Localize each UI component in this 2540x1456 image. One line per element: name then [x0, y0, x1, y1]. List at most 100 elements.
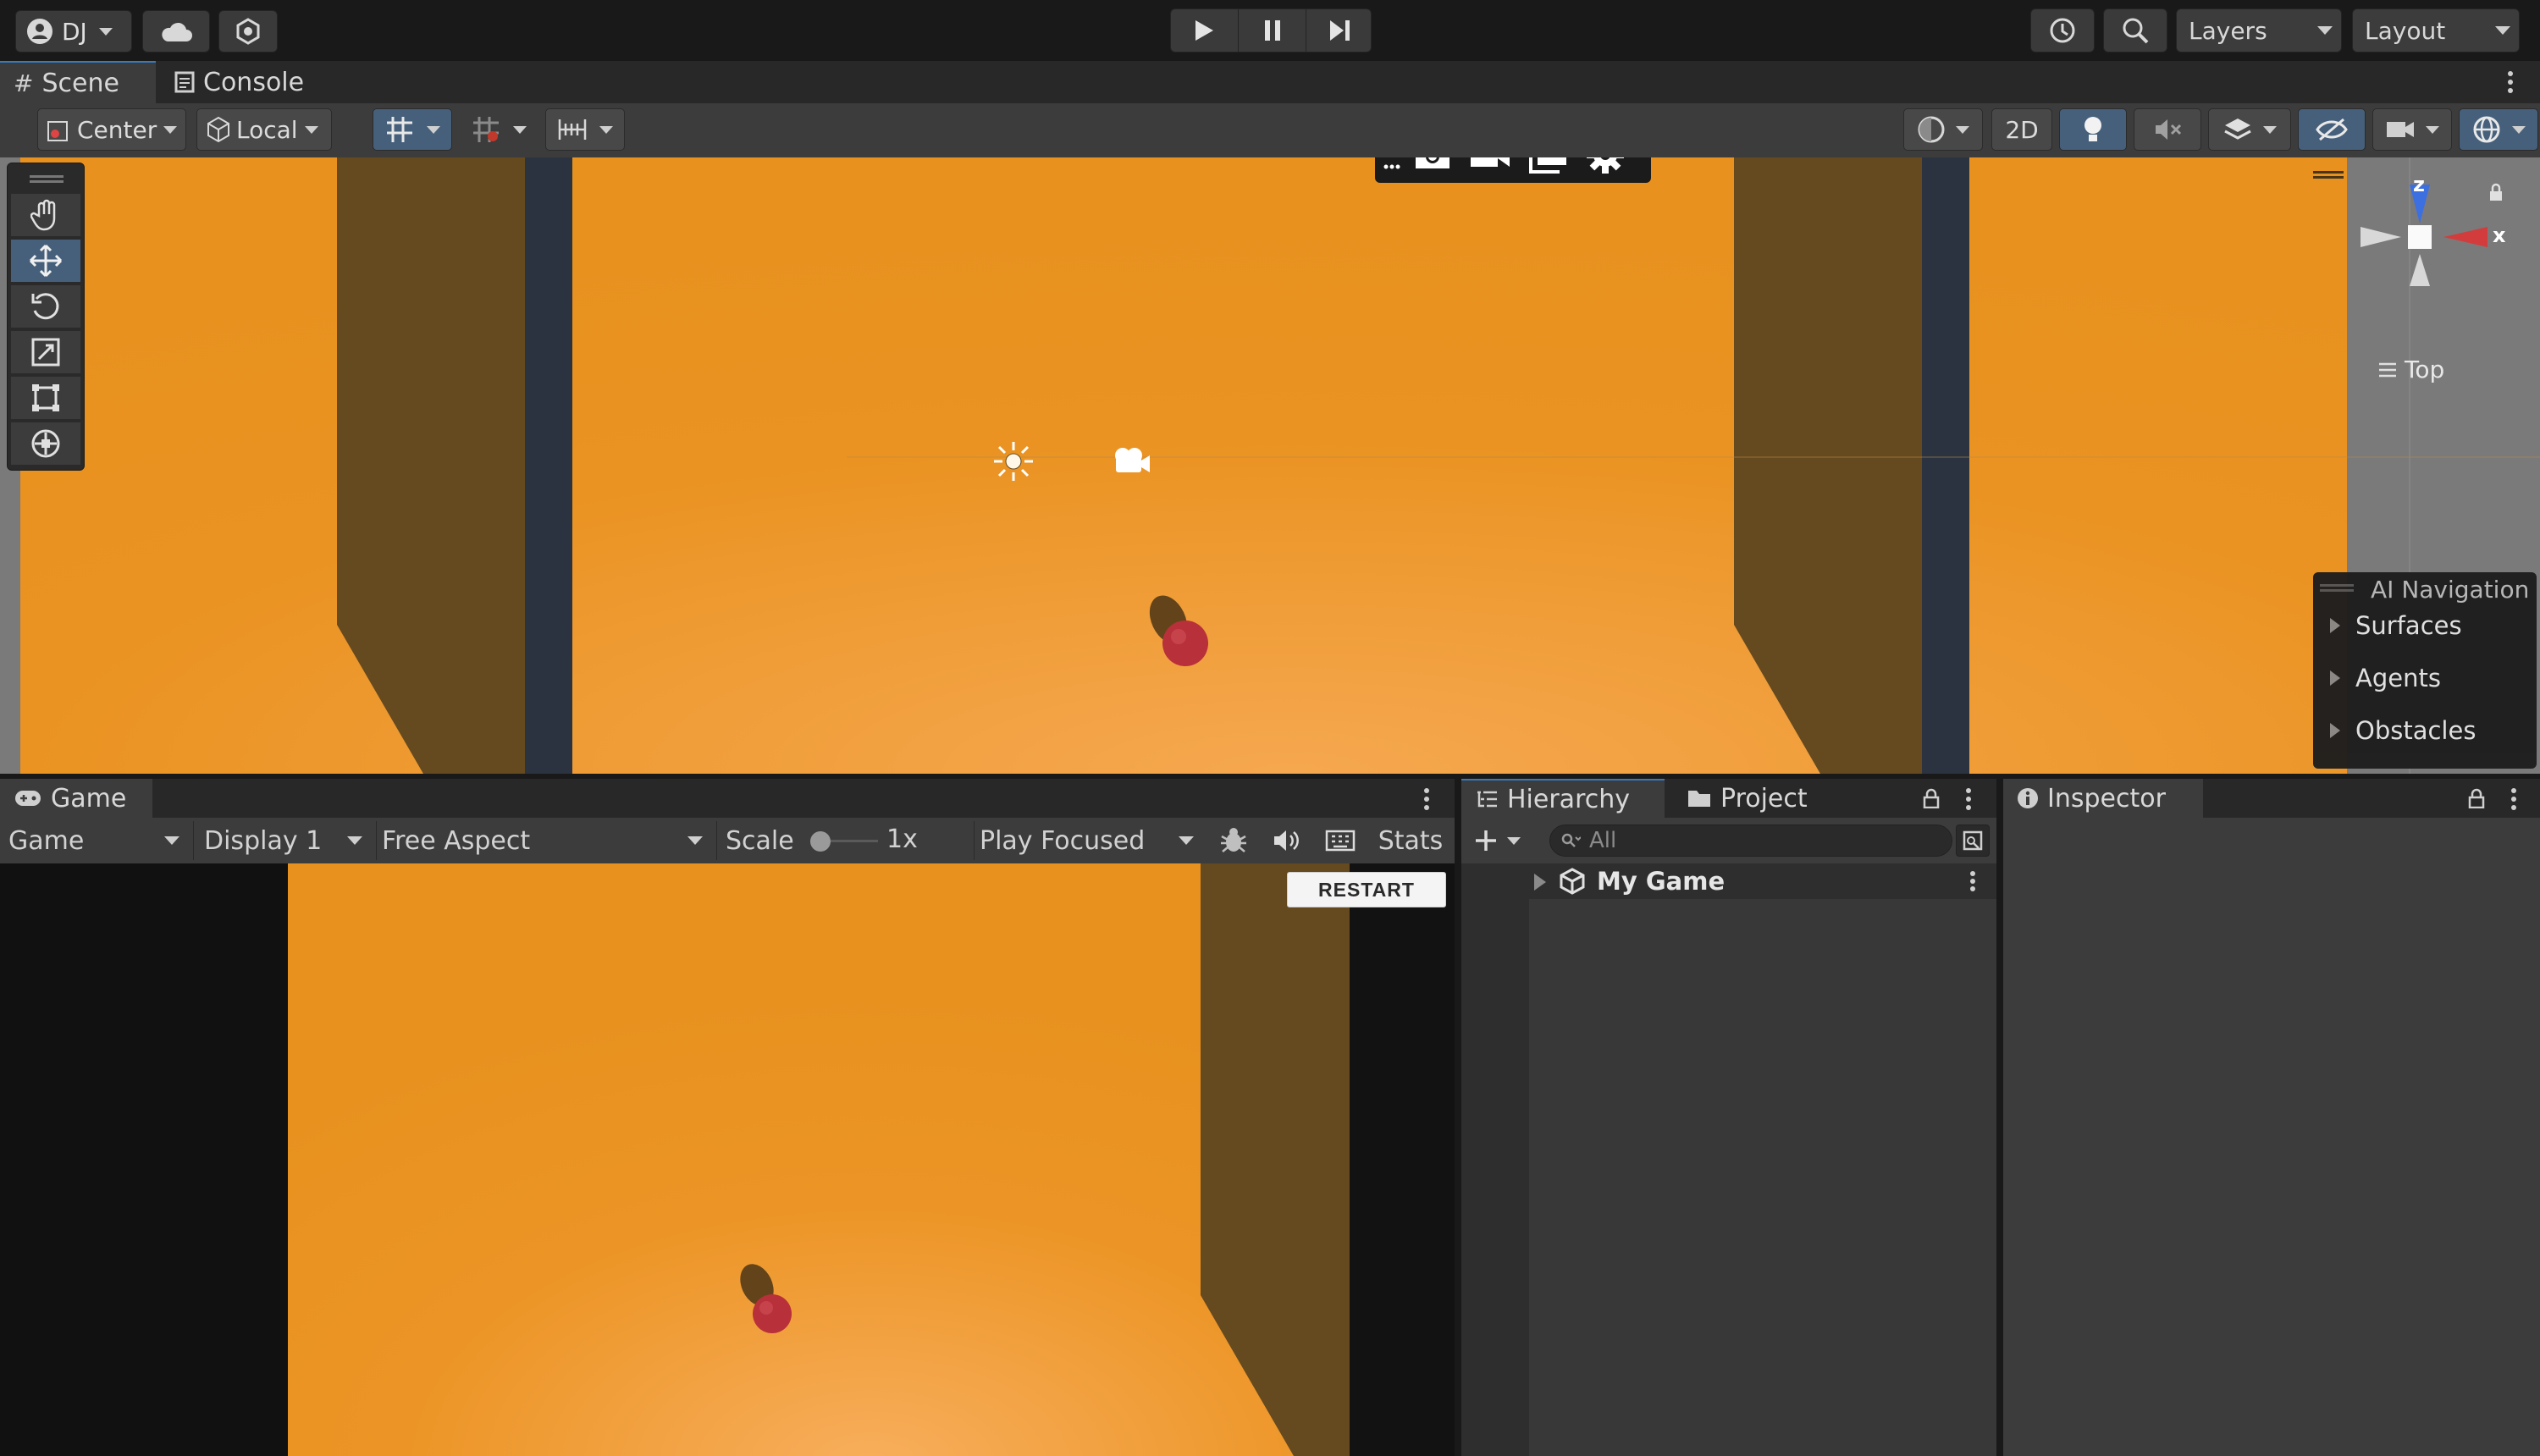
tab-scene[interactable]: # Scene	[0, 61, 156, 103]
gear-icon[interactable]	[1582, 157, 1629, 176]
ai-nav-item-obstacles[interactable]: Obstacles	[2330, 716, 2476, 745]
stats-button[interactable]: Stats	[1370, 821, 1451, 860]
lock-icon[interactable]	[1919, 786, 1944, 811]
scene-visibility-button[interactable]	[1956, 825, 1990, 857]
play-button[interactable]	[1170, 8, 1238, 52]
tab-label: Scene	[41, 68, 119, 98]
more-options-icon[interactable]	[1964, 869, 1981, 894]
game-viewport[interactable]: RESTART	[0, 863, 1455, 1456]
chevron-right-icon	[1534, 874, 1546, 891]
more-options-icon[interactable]	[2501, 784, 2526, 814]
sun-icon[interactable]	[992, 440, 1035, 483]
more-options-icon[interactable]	[1414, 784, 1439, 814]
layout-dropdown[interactable]: Layout	[2352, 8, 2520, 52]
menu-lines-icon	[2377, 361, 2398, 378]
hierarchy-root-row[interactable]: My Game	[1461, 863, 1996, 899]
ai-nav-item-surfaces[interactable]: Surfaces	[2330, 611, 2462, 640]
create-dropdown[interactable]	[1466, 823, 1534, 858]
hierarchy-icon	[1475, 789, 1499, 809]
hierarchy-search-input[interactable]: All	[1549, 825, 1952, 857]
move-tool-icon[interactable]	[11, 240, 80, 282]
chevron-down-icon	[1179, 836, 1194, 845]
effects-dropdown[interactable]	[2208, 108, 2291, 151]
axis-x-label: x	[2493, 223, 2506, 247]
restart-button[interactable]: RESTART	[1287, 872, 1446, 907]
aspect-dropdown[interactable]: Free Aspect	[376, 821, 711, 860]
scene-visibility-toggle[interactable]	[2298, 108, 2366, 151]
increment-snapping-toggle[interactable]	[459, 108, 538, 151]
scale-slider-handle[interactable]	[810, 831, 831, 852]
chevron-right-icon	[2330, 723, 2340, 738]
ai-nav-item-agents[interactable]: Agents	[2330, 664, 2441, 692]
globe-icon	[2471, 114, 2502, 145]
cloud-button[interactable]	[142, 10, 210, 52]
video-record-icon[interactable]	[1466, 157, 1514, 174]
transform-tool-icon[interactable]	[11, 422, 80, 465]
audio-icon[interactable]	[1263, 821, 1309, 860]
orientation-gizmo[interactable]: z x	[2350, 173, 2540, 340]
copy-views-icon[interactable]	[1524, 157, 1571, 176]
tab-console[interactable]: Console	[161, 61, 330, 103]
lock-icon[interactable]	[2486, 179, 2506, 205]
display-dropdown[interactable]: Display 1	[193, 821, 371, 860]
hand-tool-icon[interactable]	[11, 194, 80, 236]
lighting-toggle[interactable]	[2059, 108, 2127, 151]
grid-snapping-toggle[interactable]	[373, 108, 452, 151]
search-button[interactable]	[2103, 8, 2167, 52]
pause-button[interactable]	[1238, 8, 1306, 52]
more-options-icon[interactable]	[1956, 784, 1981, 814]
ruler-snapping-toggle[interactable]	[545, 108, 625, 151]
history-icon	[2048, 16, 2077, 45]
search-scope-icon	[1963, 830, 1983, 851]
link-icon[interactable]	[1380, 157, 1402, 176]
camera-gizmo-icon[interactable]	[1109, 442, 1151, 479]
rotate-tool-icon[interactable]	[11, 285, 80, 328]
ruler-icon	[557, 117, 588, 142]
history-button[interactable]	[2030, 8, 2095, 52]
tab-inspector[interactable]: Inspector	[2003, 779, 2203, 818]
space-label: Local	[236, 115, 298, 144]
scene-viewport[interactable]: z x Top AI Navigation Surfaces Agents Ob…	[0, 157, 2540, 774]
tab-project[interactable]: Project	[1673, 779, 1842, 818]
scale-tool-icon[interactable]	[11, 331, 80, 373]
account-dropdown[interactable]: DJ	[15, 10, 132, 52]
rect-tool-icon[interactable]	[11, 377, 80, 419]
inspector-panel: Inspector	[2003, 779, 2540, 1456]
tab-hierarchy[interactable]: Hierarchy	[1461, 779, 1665, 818]
console-icon	[174, 71, 195, 93]
2d-toggle-button[interactable]: 2D	[1991, 108, 2052, 151]
pivot-mode-dropdown[interactable]: Center	[37, 108, 186, 151]
scale-control: Scale 1x	[716, 821, 970, 860]
chevron-down-icon	[163, 125, 178, 134]
collab-button[interactable]	[218, 10, 278, 52]
bug-icon[interactable]	[1211, 821, 1256, 860]
camera-icon[interactable]	[1409, 157, 1456, 174]
lock-icon[interactable]	[2464, 786, 2489, 811]
audio-toggle[interactable]	[2134, 108, 2201, 151]
play-mode-dropdown[interactable]: Play Focused	[974, 821, 1202, 860]
chevron-down-icon	[2495, 26, 2510, 35]
hierarchy-tree: My Game	[1461, 863, 1996, 1456]
more-options-icon[interactable]	[2498, 66, 2523, 98]
step-icon	[1329, 20, 1350, 41]
tab-game[interactable]: Game	[0, 779, 152, 818]
scene-camera-overlay	[1375, 157, 1651, 183]
search-placeholder: All	[1589, 828, 1617, 853]
gizmos-dropdown[interactable]	[2459, 108, 2538, 151]
draw-mode-dropdown[interactable]	[1903, 108, 1983, 151]
space-mode-dropdown[interactable]: Local	[196, 108, 332, 151]
hierarchy-root-label: My Game	[1597, 867, 1726, 896]
tools-palette	[7, 163, 85, 471]
scene-render	[0, 157, 2540, 774]
step-button[interactable]	[1306, 8, 1372, 52]
game-mode-dropdown[interactable]: Game	[0, 821, 188, 860]
video-camera-icon	[2385, 119, 2416, 141]
keyboard-icon[interactable]	[1317, 821, 1363, 860]
camera-settings-dropdown[interactable]	[2372, 108, 2452, 151]
pivot-center-icon	[45, 115, 74, 144]
view-orientation-label[interactable]: Top	[2377, 356, 2444, 383]
layers-dropdown[interactable]: Layers	[2176, 8, 2342, 52]
audio-mute-icon	[2153, 117, 2182, 142]
light-bulb-icon	[2081, 114, 2105, 145]
collab-icon	[235, 18, 262, 45]
